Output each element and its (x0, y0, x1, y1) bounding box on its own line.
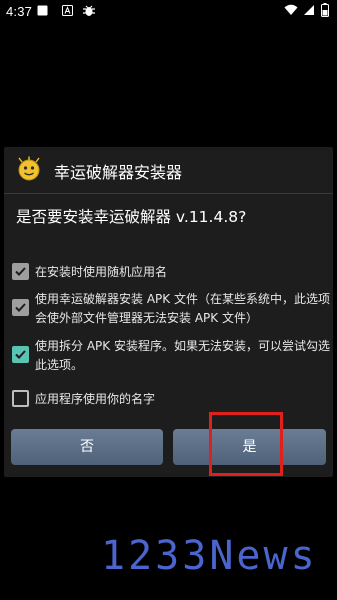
highlight-box (209, 412, 283, 476)
option-label: 在安装时使用随机应用名 (35, 265, 168, 279)
install-dialog: 幸运破解器安装器 是否要安装幸运破解器 v.11.4.8? 在安装时使用随机应用… (4, 147, 333, 477)
lucky-patcher-app-icon (16, 156, 42, 182)
option-label: 使用拆分 APK 安装程序。如果无法安装，可以尝试勾选此选项。 (35, 339, 330, 372)
square-icon (37, 5, 48, 16)
no-button[interactable]: 否 (11, 429, 163, 465)
signal-icon (303, 4, 315, 20)
check-icon (15, 350, 26, 359)
status-time: 4:37 (6, 4, 33, 19)
option-split-apk-installer[interactable]: 使用拆分 APK 安装程序。如果无法安装，可以尝试勾选此选项。 (12, 337, 330, 375)
bug-icon (82, 4, 96, 17)
wifi-icon (284, 4, 298, 20)
checkbox-split-apk-installer[interactable] (12, 346, 29, 363)
watermark-text: 1233News (101, 533, 318, 579)
checkbox-random-app-name[interactable] (12, 263, 29, 280)
a-icon (62, 5, 73, 16)
checkbox-use-installer-apk[interactable] (12, 299, 29, 316)
dialog-title: 幸运破解器安装器 (54, 163, 183, 182)
option-random-app-name[interactable]: 在安装时使用随机应用名 (12, 263, 330, 283)
check-icon (15, 303, 26, 312)
checkbox-use-your-name[interactable] (12, 390, 29, 407)
battery-icon (321, 3, 329, 21)
dialog-header: 幸运破解器安装器 (4, 147, 333, 194)
phone-screen: 4:37 幸运破解器安装器 是否要安装幸运破解器 v.11.4.8? 在安装时使… (0, 0, 337, 600)
option-label: 使用幸运破解器安装 APK 文件（在某些系统中，此选项会使外部文件管理器无法安装… (35, 292, 330, 325)
status-bar: 4:37 (0, 0, 337, 24)
option-use-your-name[interactable]: 应用程序使用你的名字 (12, 390, 330, 410)
check-icon (15, 267, 26, 276)
option-label: 应用程序使用你的名字 (35, 392, 156, 406)
install-question: 是否要安装幸运破解器 v.11.4.8? (16, 208, 247, 226)
option-use-installer-apk[interactable]: 使用幸运破解器安装 APK 文件（在某些系统中，此选项会使外部文件管理器无法安装… (12, 290, 330, 328)
header-divider (4, 193, 333, 194)
